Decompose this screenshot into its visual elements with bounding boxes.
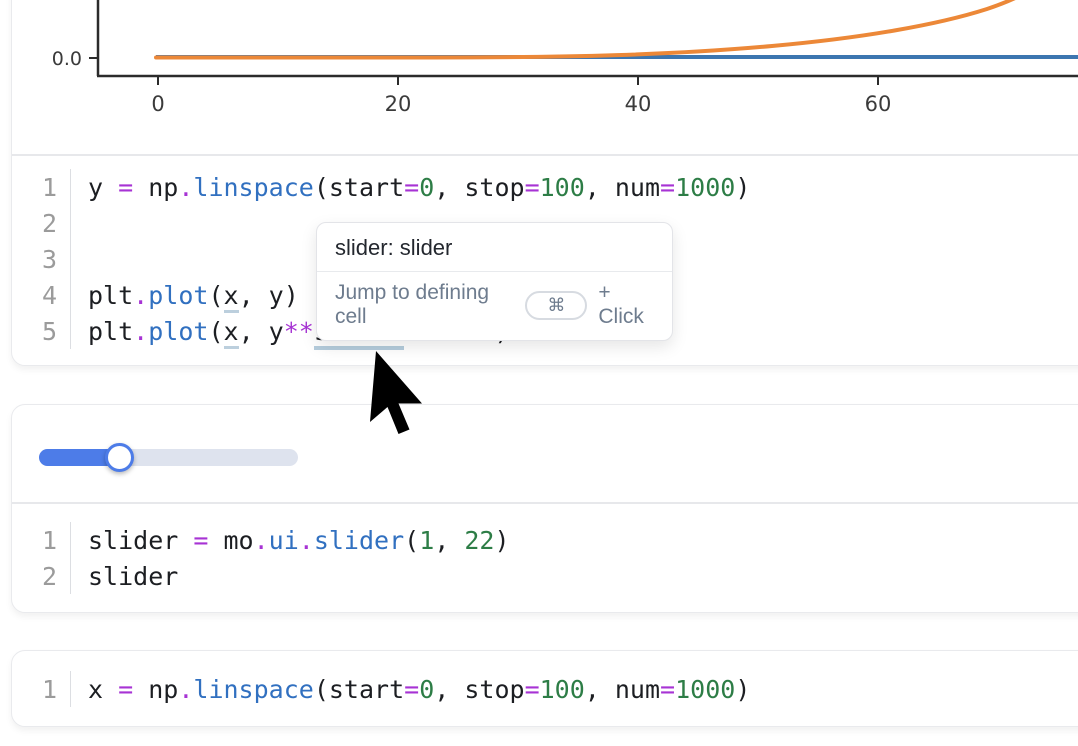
code-token: = [660,173,675,202]
matplotlib-line-plot: 0.0 0 20 40 60 [12,0,1078,154]
code-token: slider [314,526,404,555]
mouse-cursor-icon [370,351,426,439]
code-editor[interactable]: 1x = np.linspace(start=0, stop=100, num=… [12,651,1078,728]
tooltip-shortcut-suffix: + Click [598,281,658,329]
line-number: 2 [12,558,71,594]
code-token: . [178,173,193,202]
code-token: 0 [419,173,434,202]
code-token: slider [88,526,193,555]
code-token: ) [735,675,750,704]
code-line[interactable]: 1y = np.linspace(start=0, stop=100, num=… [12,169,1078,205]
code-token: (start [314,675,404,704]
variable-link[interactable]: x [224,281,239,313]
code-token: ( [208,317,223,346]
variable-tooltip: slider: slider Jump to defining cell ⌘ +… [316,222,673,341]
x-tick-label: 0 [151,92,164,116]
code-line[interactable]: 2 slider [12,558,1078,594]
tooltip-title: slider: slider [317,223,672,272]
code-token: . [254,526,269,555]
code-token: 1000 [675,675,735,704]
code-token: . [133,317,148,346]
code-token: plt [88,281,133,310]
line-number: 5 [12,313,71,349]
code-line[interactable]: 1slider = mo.ui.slider(1, 22) [12,522,1078,558]
code-token: plot [148,281,208,310]
code-token: plt [88,317,133,346]
code-token: , num [585,675,660,704]
plot-output-area: 0.0 0 20 40 60 [12,0,1078,156]
code-token: 1 [419,526,434,555]
x-tick-label: 60 [865,92,892,116]
code-token: y [88,173,118,202]
code-token: , [434,526,464,555]
code-token: x [88,675,118,704]
line-number: 1 [12,671,71,707]
slider-handle[interactable] [105,443,134,472]
x-tick-label: 40 [625,92,652,116]
code-token: 1000 [675,173,735,202]
code-token: = [660,675,675,704]
code-token: 100 [540,173,585,202]
code-token: slider [88,562,178,591]
x-tick-label: 20 [385,92,412,116]
code-token: , num [585,173,660,202]
code-token: , y [239,317,284,346]
line-number: 3 [12,241,71,277]
code-token: = [193,526,223,555]
code-token: mo [223,526,253,555]
cell-x-definition: 1x = np.linspace(start=0, stop=100, num=… [11,650,1078,727]
code-token: = [404,173,419,202]
code-token: = [118,675,148,704]
line-number: 1 [12,169,71,205]
code-token: . [178,675,193,704]
code-token: = [118,173,148,202]
line-number: 4 [12,277,71,313]
code-token: = [404,675,419,704]
slider-output-area [12,405,1078,504]
cmd-key-icon: ⌘ [525,291,587,320]
code-content: slider = mo.ui.slider(1, 22) [71,526,510,555]
code-token: linspace [193,173,313,202]
line-number: 1 [12,522,71,558]
y-tick-label: 0.0 [52,48,82,70]
code-token: , stop [434,675,524,704]
code-token: . [299,526,314,555]
code-token: 22 [464,526,494,555]
code-line[interactable]: 1x = np.linspace(start=0, stop=100, num=… [12,671,1078,707]
code-content: y = np.linspace(start=0, stop=100, num=1… [71,173,750,202]
code-content: x = np.linspace(start=0, stop=100, num=1… [71,675,750,704]
line-number: 2 [12,205,71,241]
code-token: ( [404,526,419,555]
code-token: 100 [540,675,585,704]
code-token: , stop [434,173,524,202]
code-token: ** [284,317,314,346]
code-editor[interactable]: 1slider = mo.ui.slider(1, 22)2slider [12,504,1078,612]
code-token: . [133,281,148,310]
code-token: ) [494,526,509,555]
code-token: plot [148,317,208,346]
code-content: slider [71,562,178,591]
code-token: ( [208,281,223,310]
code-token: = [525,675,540,704]
variable-link[interactable]: x [224,317,239,349]
code-token: np [148,675,178,704]
series-line-orange [156,0,1065,58]
code-token: 0 [419,675,434,704]
code-token: = [525,173,540,202]
code-token: linspace [193,675,313,704]
code-token: , y) [239,281,299,310]
code-token: np [148,173,178,202]
code-token: ui [269,526,299,555]
code-content: plt.plot(x, y) [71,281,299,310]
cell-slider: 1slider = mo.ui.slider(1, 22)2slider [11,404,1078,613]
code-token: ) [735,173,750,202]
code-token: (start [314,173,404,202]
marimo-notebook: 0.0 0 20 40 60 1y = np.linspace(start=0,… [0,0,1078,746]
tooltip-action-label: Jump to defining cell [335,281,514,329]
